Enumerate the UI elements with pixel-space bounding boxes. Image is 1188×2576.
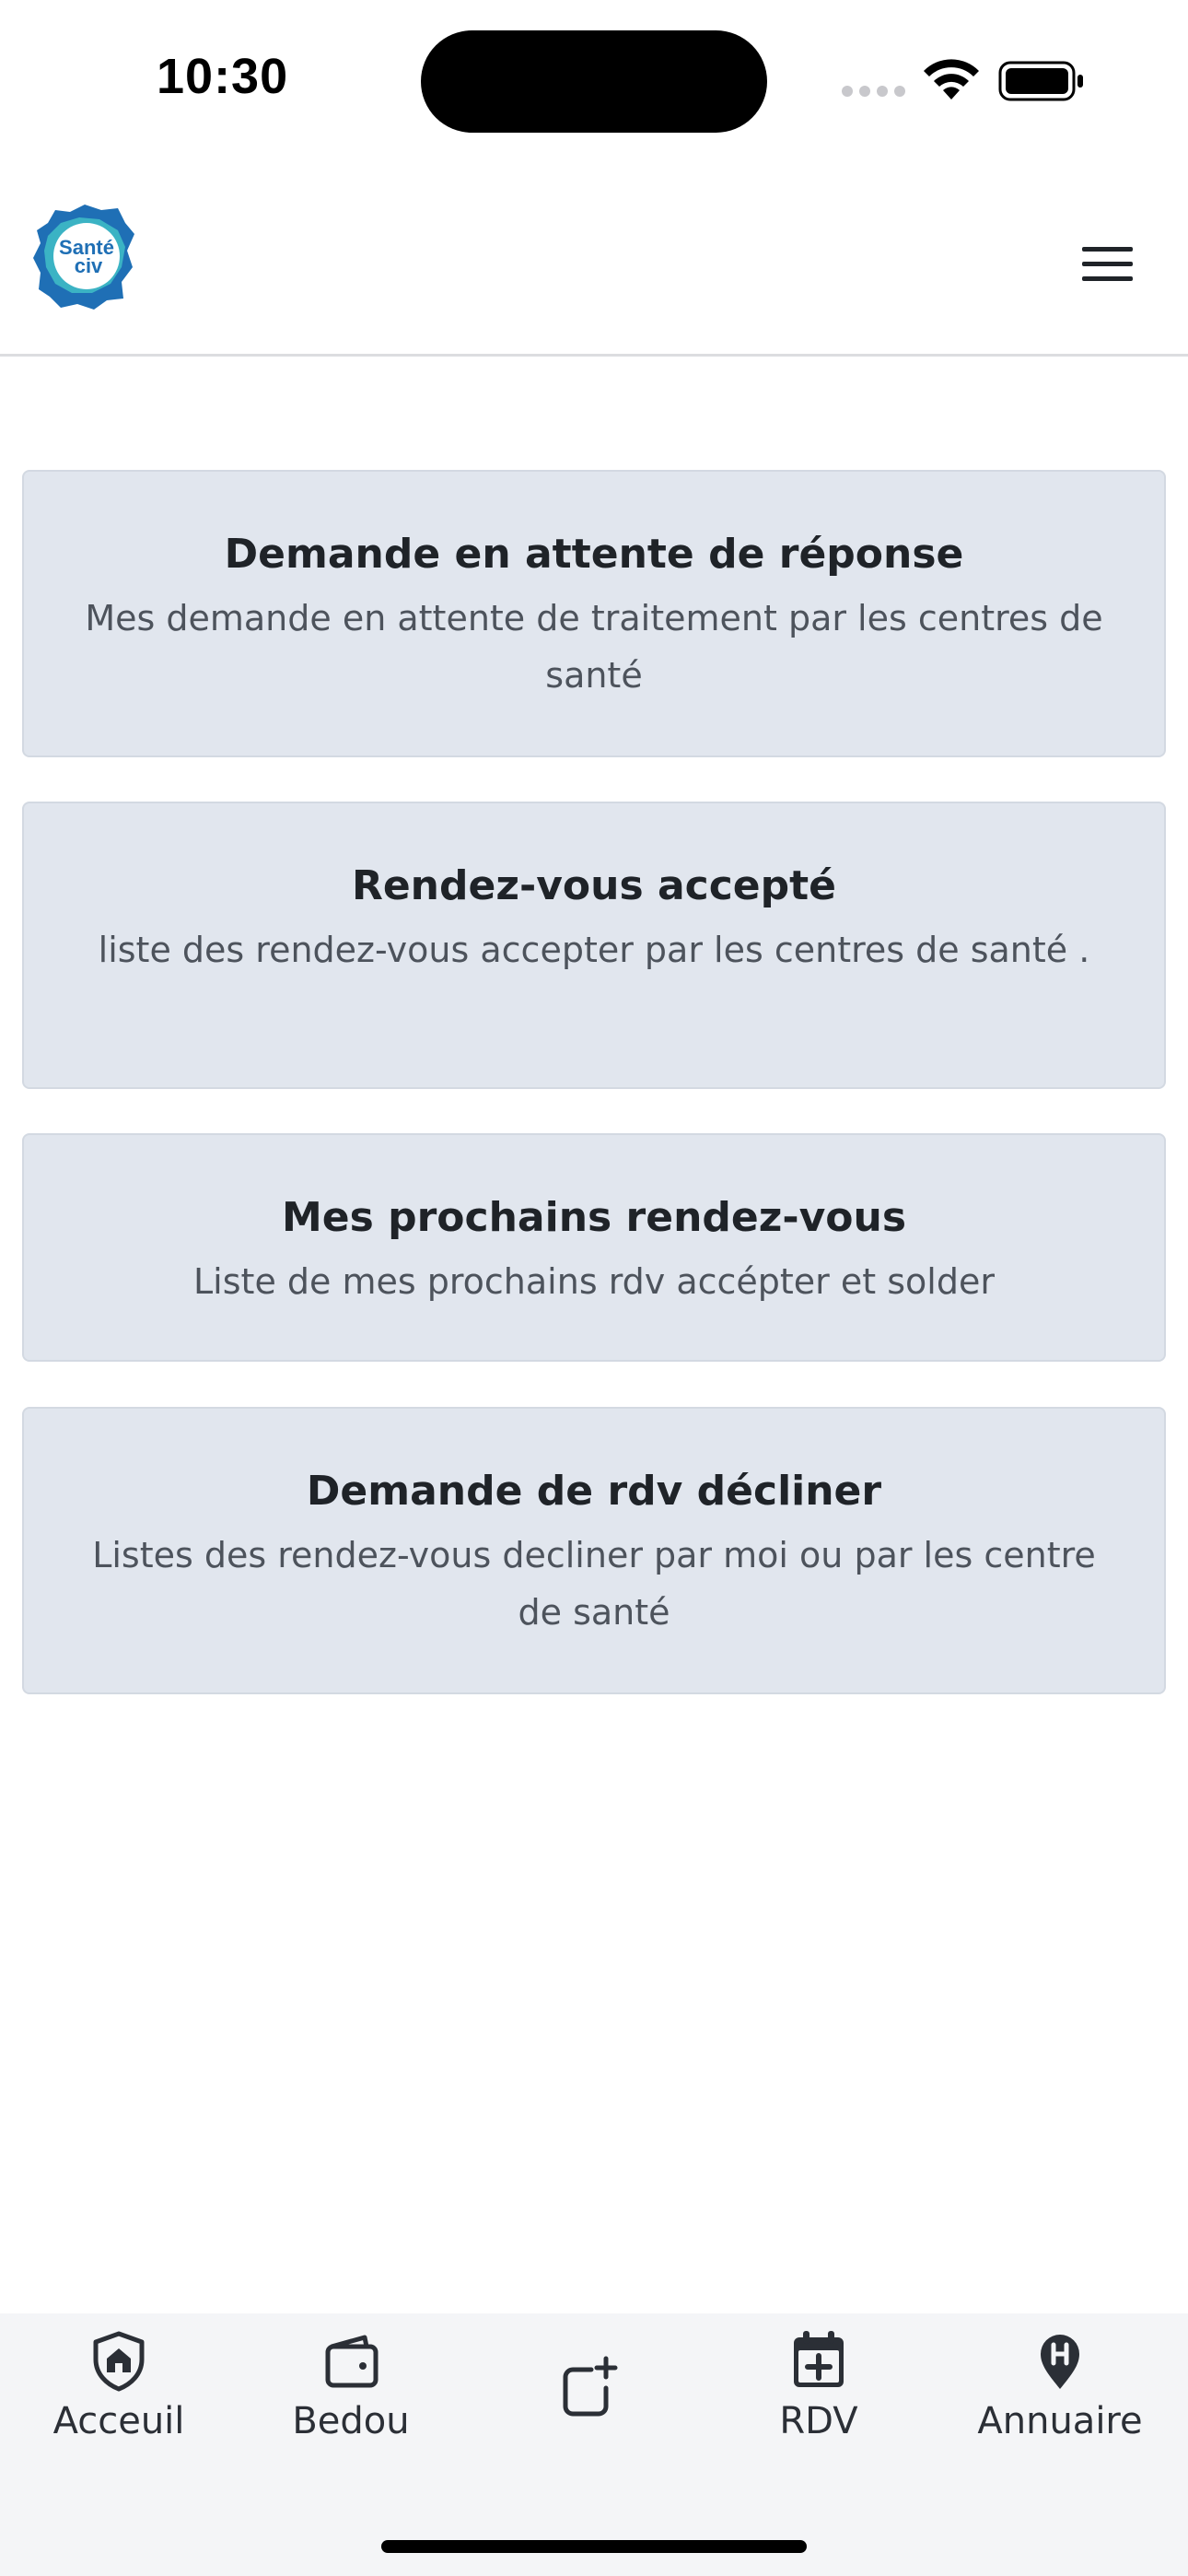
card-description: Mes demande en attente de traitement par…: [85, 598, 1103, 696]
bottom-nav: Acceuil Bedou RDV Annuaire: [0, 2313, 1188, 2576]
card-title: Rendez-vous accepté: [351, 862, 837, 909]
hamburger-menu-icon[interactable]: [1074, 240, 1142, 287]
card-accepted-appointments[interactable]: Rendez-vous accepté liste des rendez-vou…: [22, 802, 1166, 1089]
home-indicator: [381, 2540, 807, 2553]
card-title: Mes prochains rendez-vous: [281, 1194, 907, 1241]
battery-icon: [998, 61, 1083, 101]
nav-item-annuaire[interactable]: Annuaire: [941, 2313, 1179, 2479]
dynamic-island: [421, 30, 767, 133]
card-pending-requests[interactable]: Demande en attente de réponse Mes demand…: [22, 470, 1166, 757]
wallet-icon: [325, 2335, 379, 2388]
card-description: Listes des rendez-vous decliner par moi …: [92, 1535, 1096, 1633]
nav-item-add[interactable]: [468, 2313, 705, 2479]
card-declined-requests[interactable]: Demande de rdv décliner Listes des rende…: [22, 1407, 1166, 1694]
nav-label: RDV: [779, 2400, 858, 2442]
sante-civ-logo[interactable]: Santé civ: [29, 203, 138, 311]
card-description: Liste de mes prochains rdv accépter et s…: [193, 1261, 995, 1302]
nav-item-rdv[interactable]: RDV: [700, 2313, 938, 2479]
nav-item-acceuil[interactable]: Acceuil: [0, 2313, 238, 2479]
card-upcoming-appointments[interactable]: Mes prochains rendez-vous Liste de mes p…: [22, 1133, 1166, 1362]
nav-item-bedou[interactable]: Bedou: [232, 2313, 470, 2479]
nav-label: Acceuil: [52, 2400, 185, 2442]
card-title: Demande de rdv décliner: [306, 1468, 882, 1515]
card-title: Demande en attente de réponse: [224, 531, 964, 578]
hospital-pin-icon: [1041, 2335, 1079, 2389]
card-description: liste des rendez-vous accepter par les c…: [98, 930, 1090, 970]
nav-label: Annuaire: [977, 2400, 1143, 2442]
svg-text:civ: civ: [75, 254, 103, 277]
app-header: Santé civ: [0, 166, 1188, 357]
shield-home-icon: [93, 2331, 145, 2392]
wifi-icon: [924, 59, 979, 100]
add-square-icon: [563, 2356, 618, 2417]
status-time: 10:30: [157, 49, 289, 104]
calendar-add-icon: [794, 2331, 844, 2387]
status-bar: 10:30: [0, 0, 1188, 166]
cellular-signal-icon: [842, 86, 906, 97]
nav-label: Bedou: [292, 2400, 410, 2442]
